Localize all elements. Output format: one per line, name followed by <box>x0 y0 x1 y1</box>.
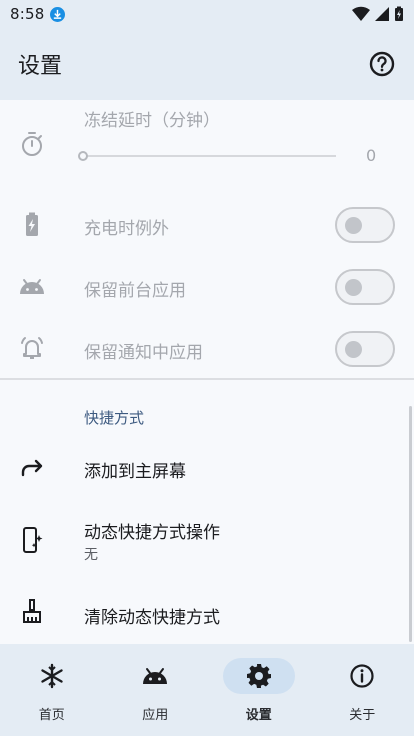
dynamic-action-title: 动态快捷方式操作 <box>84 523 220 543</box>
broom-icon <box>23 599 41 623</box>
gear-icon <box>246 664 271 688</box>
freeze-delay-slider-thumb[interactable] <box>78 151 88 161</box>
setting-keep-notification[interactable]: 保留通知中应用 <box>0 324 414 374</box>
setting-label: 充电时例外 <box>84 219 169 239</box>
shortcut-clear-dynamic[interactable]: 清除动态快捷方式 <box>0 592 414 636</box>
bottom-navigation: 首页 应用 设置 关于 <box>0 644 414 736</box>
add-to-home-label: 添加到主屏幕 <box>84 462 186 482</box>
scrollbar[interactable] <box>409 406 412 642</box>
app-bar: 设置 <box>0 28 414 100</box>
setting-label: 保留通知中应用 <box>84 343 203 363</box>
charging-exception-toggle[interactable] <box>335 207 395 243</box>
nav-item-apps[interactable]: 应用 <box>104 644 208 736</box>
phone-sparkle-icon <box>23 527 43 553</box>
freeze-delay-label: 冻结延时（分钟） <box>84 111 220 131</box>
freeze-delay-slider-track[interactable] <box>84 155 336 157</box>
nav-pill <box>326 658 398 694</box>
keep-notification-toggle[interactable] <box>335 331 395 367</box>
android-icon <box>20 279 44 294</box>
toggle-knob <box>345 217 362 234</box>
section-divider <box>0 378 414 380</box>
battery-icon <box>395 6 403 21</box>
download-icon <box>50 6 66 22</box>
shortcut-add-to-home[interactable]: 添加到主屏幕 <box>0 446 414 490</box>
nav-label: 设置 <box>245 708 272 723</box>
info-icon <box>350 664 374 688</box>
notification-bell-icon <box>21 337 43 359</box>
nav-label: 首页 <box>38 708 65 723</box>
timer-icon <box>22 132 42 156</box>
shortcut-dynamic-action[interactable]: 动态快捷方式操作 无 <box>0 512 414 572</box>
page-title: 设置 <box>18 54 63 79</box>
setting-charging-exception[interactable]: 充电时例外 <box>0 200 414 250</box>
android-icon <box>143 668 168 684</box>
battery-charging-icon <box>26 212 38 236</box>
status-bar: 8:58 <box>0 0 414 28</box>
setting-label: 保留前台应用 <box>84 281 186 301</box>
wifi-icon <box>352 6 370 22</box>
dynamic-action-value: 无 <box>84 547 98 563</box>
status-time: 8:58 <box>10 5 45 23</box>
nav-pill <box>119 658 191 694</box>
share-arrow-icon <box>21 459 43 477</box>
nav-item-home[interactable]: 首页 <box>0 644 104 736</box>
nav-pill <box>16 658 88 694</box>
nav-item-settings[interactable]: 设置 <box>207 644 311 736</box>
clear-dynamic-label: 清除动态快捷方式 <box>84 608 220 628</box>
keep-foreground-toggle[interactable] <box>335 269 395 305</box>
nav-label: 应用 <box>142 708 169 723</box>
freeze-delay-value: 0 <box>366 146 377 165</box>
nav-pill-active <box>222 658 295 694</box>
setting-keep-foreground[interactable]: 保留前台应用 <box>0 262 414 312</box>
signal-icon <box>375 7 389 21</box>
nav-item-about[interactable]: 关于 <box>311 644 414 736</box>
snowflake-icon <box>41 663 63 689</box>
toggle-knob <box>345 341 362 358</box>
toggle-knob <box>345 279 362 296</box>
freeze-delay-setting: 冻结延时（分钟） 0 <box>0 100 414 190</box>
section-title-shortcuts: 快捷方式 <box>84 409 145 427</box>
settings-list[interactable]: 冻结延时（分钟） 0 充电时例外 保留前台应用 保留通知中应用 快捷方式 添加到… <box>0 100 414 644</box>
help-icon[interactable] <box>368 50 396 78</box>
nav-label: 关于 <box>349 708 376 723</box>
